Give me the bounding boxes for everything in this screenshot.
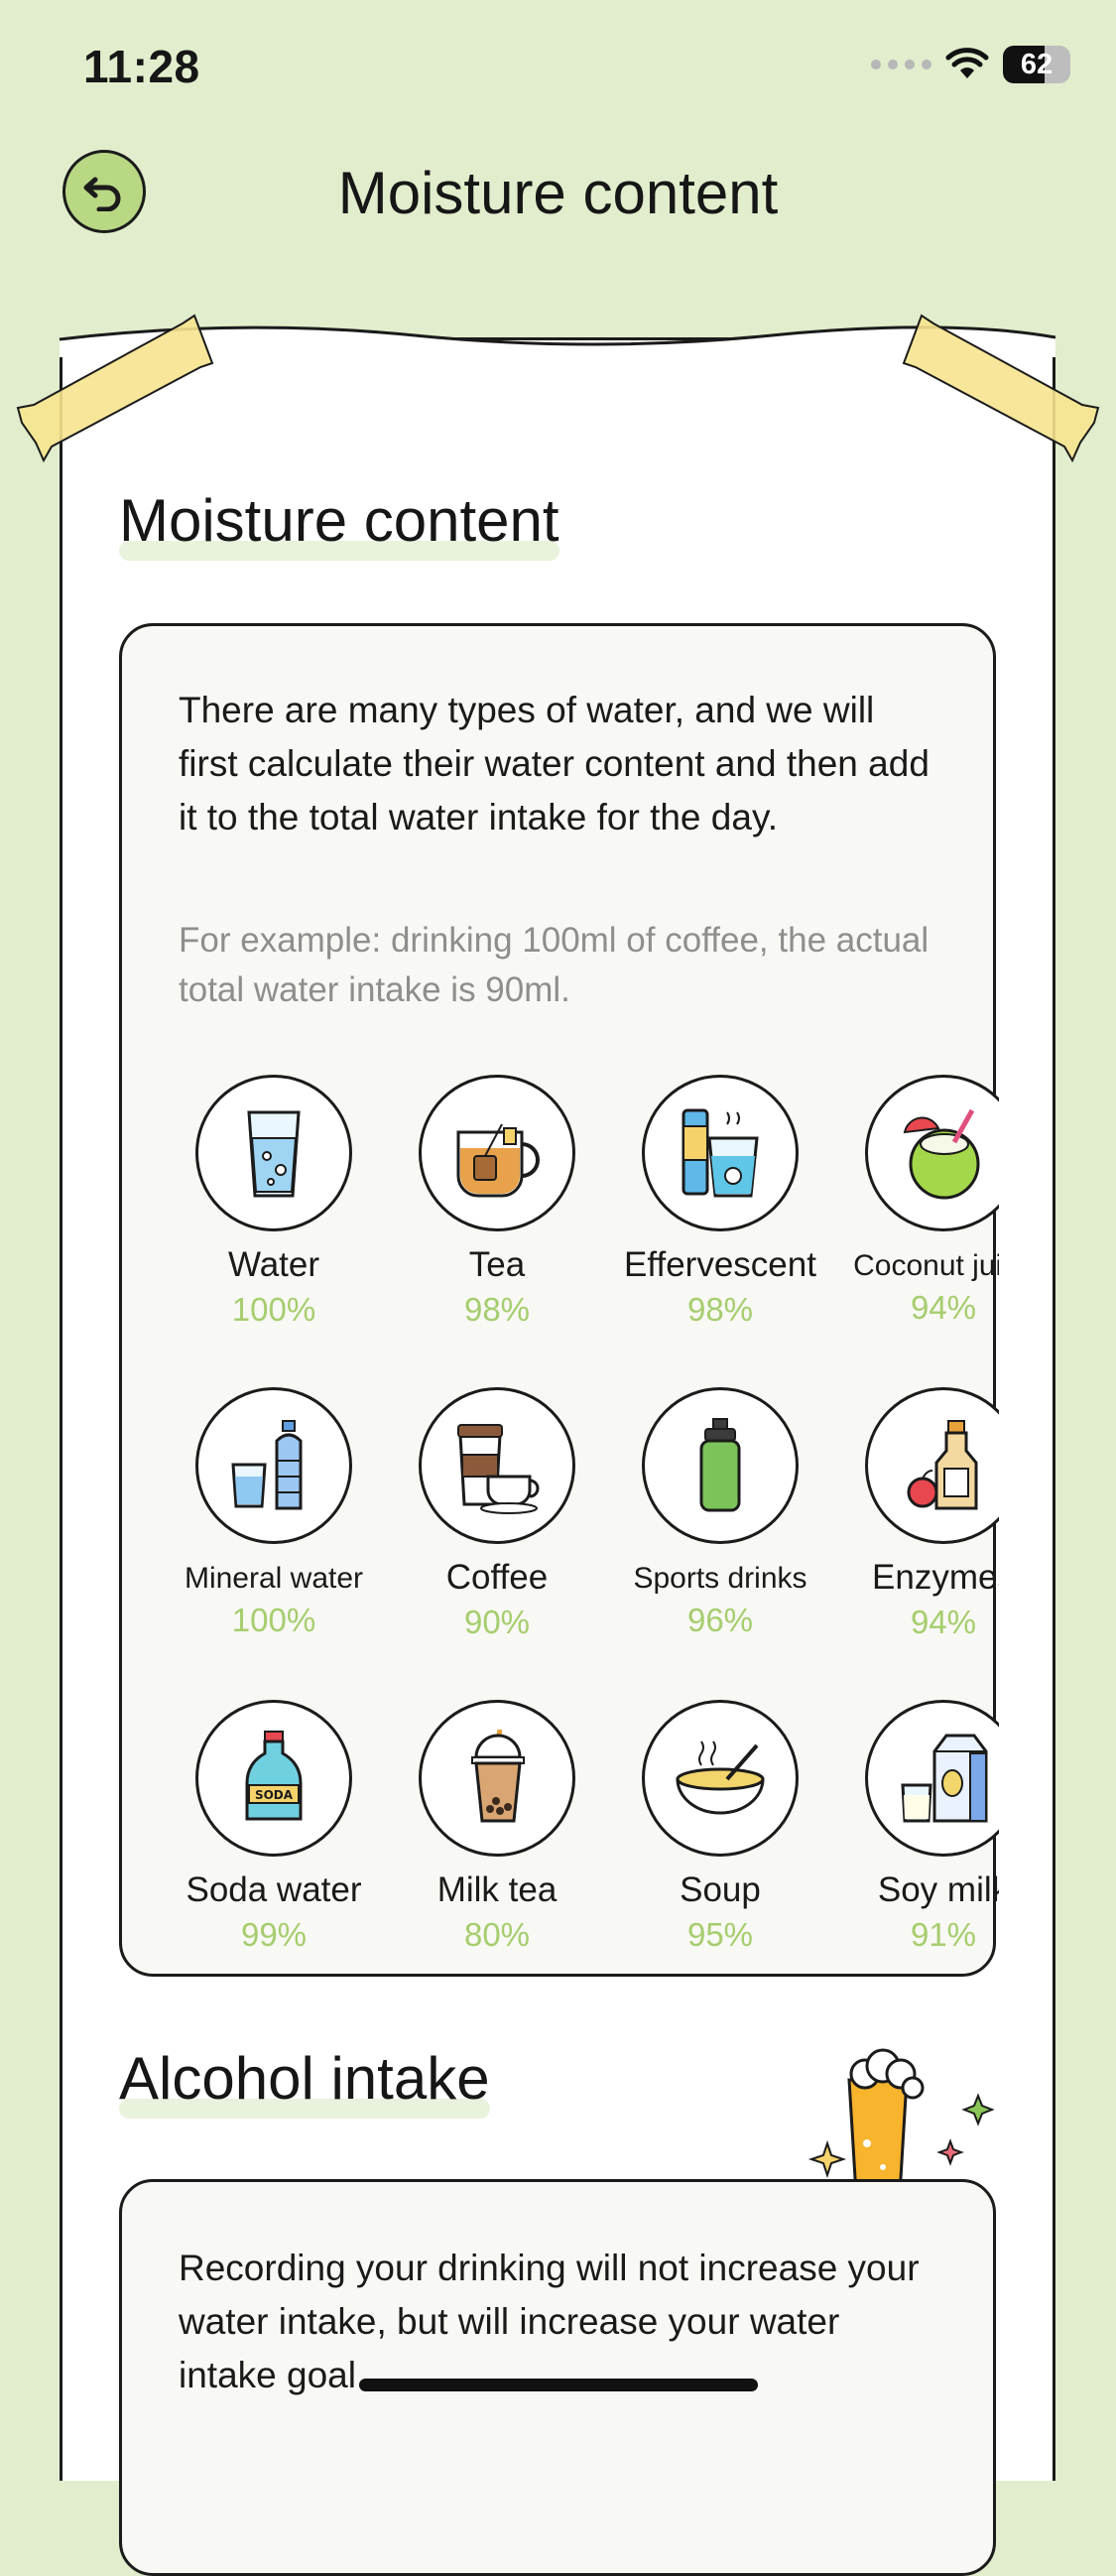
- battery-level: 62: [1020, 49, 1054, 80]
- tea-cup-icon: [419, 1075, 575, 1231]
- moisture-title-text: Moisture content: [119, 487, 559, 554]
- soup-bowl-icon: [642, 1700, 799, 1857]
- status-icons: 62: [871, 46, 1070, 83]
- drink-percent: 91%: [910, 1916, 977, 1948]
- drink-item-mineral-water[interactable]: Mineral water 100%: [162, 1387, 386, 1639]
- water-glass-icon: [195, 1075, 352, 1231]
- drink-item-soda-water[interactable]: SODA Soda water 99%: [162, 1700, 386, 1948]
- drink-percent: 80%: [463, 1916, 531, 1948]
- drink-item-milk-tea[interactable]: Milk tea 80%: [385, 1700, 609, 1948]
- drink-percent: 99%: [240, 1916, 308, 1948]
- enzyme-bottle-icon: [865, 1387, 999, 1544]
- alcohol-section-title: Alcohol intake: [119, 2044, 490, 2119]
- drink-item-water[interactable]: Water 100%: [162, 1075, 386, 1329]
- drink-name: Soy milk: [877, 1870, 999, 1909]
- sports-bottle-icon: [642, 1387, 799, 1544]
- drink-percent: 90%: [463, 1604, 531, 1640]
- drink-name: Soup: [680, 1870, 761, 1909]
- drink-name: Mineral water: [184, 1562, 364, 1595]
- drink-name: Coffee: [445, 1558, 549, 1597]
- drink-percent: 95%: [686, 1916, 754, 1948]
- drink-percent: 94%: [910, 1289, 977, 1326]
- drink-item-tea[interactable]: Tea 98%: [385, 1075, 609, 1329]
- effervescent-icon: [642, 1075, 799, 1231]
- drink-percent: 98%: [686, 1291, 754, 1328]
- cellular-signal-icon: [871, 60, 931, 69]
- drink-item-coffee[interactable]: Coffee 90%: [385, 1387, 609, 1641]
- drink-percent: 100%: [231, 1291, 316, 1328]
- tape-decoration-left: [16, 314, 214, 462]
- moisture-section-title: Moisture content: [119, 486, 559, 561]
- drink-item-soup[interactable]: Soup 95%: [608, 1700, 832, 1948]
- svg-text:SODA: SODA: [255, 1788, 294, 1802]
- drink-name: Milk tea: [436, 1870, 558, 1909]
- drink-name: Tea: [468, 1245, 526, 1284]
- drink-name: Soda water: [186, 1870, 362, 1909]
- mineral-water-icon: [195, 1387, 352, 1544]
- drink-percent: 100%: [231, 1602, 316, 1638]
- page-title: Moisture content: [337, 160, 779, 226]
- drink-grid: Water 100% Tea 98% Effervescent 98% Coco…: [162, 1075, 999, 1948]
- soy-milk-icon: [865, 1700, 999, 1857]
- drink-item-coconut-juice[interactable]: Coconut juice 94%: [831, 1075, 999, 1327]
- drink-percent: 98%: [463, 1291, 531, 1328]
- drink-item-enzymes[interactable]: Enzymes 94%: [831, 1387, 999, 1641]
- drink-name: Water: [227, 1245, 320, 1284]
- soda-bottle-icon: SODA: [195, 1700, 352, 1857]
- milk-tea-icon: [419, 1700, 575, 1857]
- battery-icon: 62: [1003, 46, 1070, 83]
- drink-item-sports-drinks[interactable]: Sports drinks 96%: [608, 1387, 832, 1639]
- wifi-icon: [945, 48, 989, 81]
- moisture-description: There are many types of water, and we wi…: [179, 690, 930, 837]
- coffee-icon: [419, 1387, 575, 1544]
- home-indicator[interactable]: [359, 2379, 758, 2391]
- moisture-example: For example: drinking 100ml of coffee, t…: [179, 921, 930, 1009]
- alcohol-info-panel: Recording your drinking will not increas…: [119, 2179, 996, 2576]
- drink-name: Coconut juice: [853, 1249, 999, 1282]
- drink-name: Enzymes: [872, 1558, 999, 1597]
- alcohol-title-text: Alcohol intake: [119, 2045, 490, 2112]
- drink-item-effervescent[interactable]: Effervescent 98%: [608, 1075, 832, 1329]
- drink-item-soy-milk[interactable]: Soy milk 91%: [831, 1700, 999, 1948]
- status-time: 11:28: [83, 41, 200, 92]
- drink-percent: 94%: [910, 1604, 977, 1640]
- coconut-icon: [865, 1075, 999, 1231]
- moisture-info-panel: There are many types of water, and we wi…: [119, 623, 999, 1977]
- tape-decoration-right: [902, 314, 1100, 462]
- drink-name: Effervescent: [624, 1245, 816, 1284]
- drink-percent: 96%: [686, 1602, 754, 1638]
- drink-name: Sports drinks: [633, 1562, 807, 1595]
